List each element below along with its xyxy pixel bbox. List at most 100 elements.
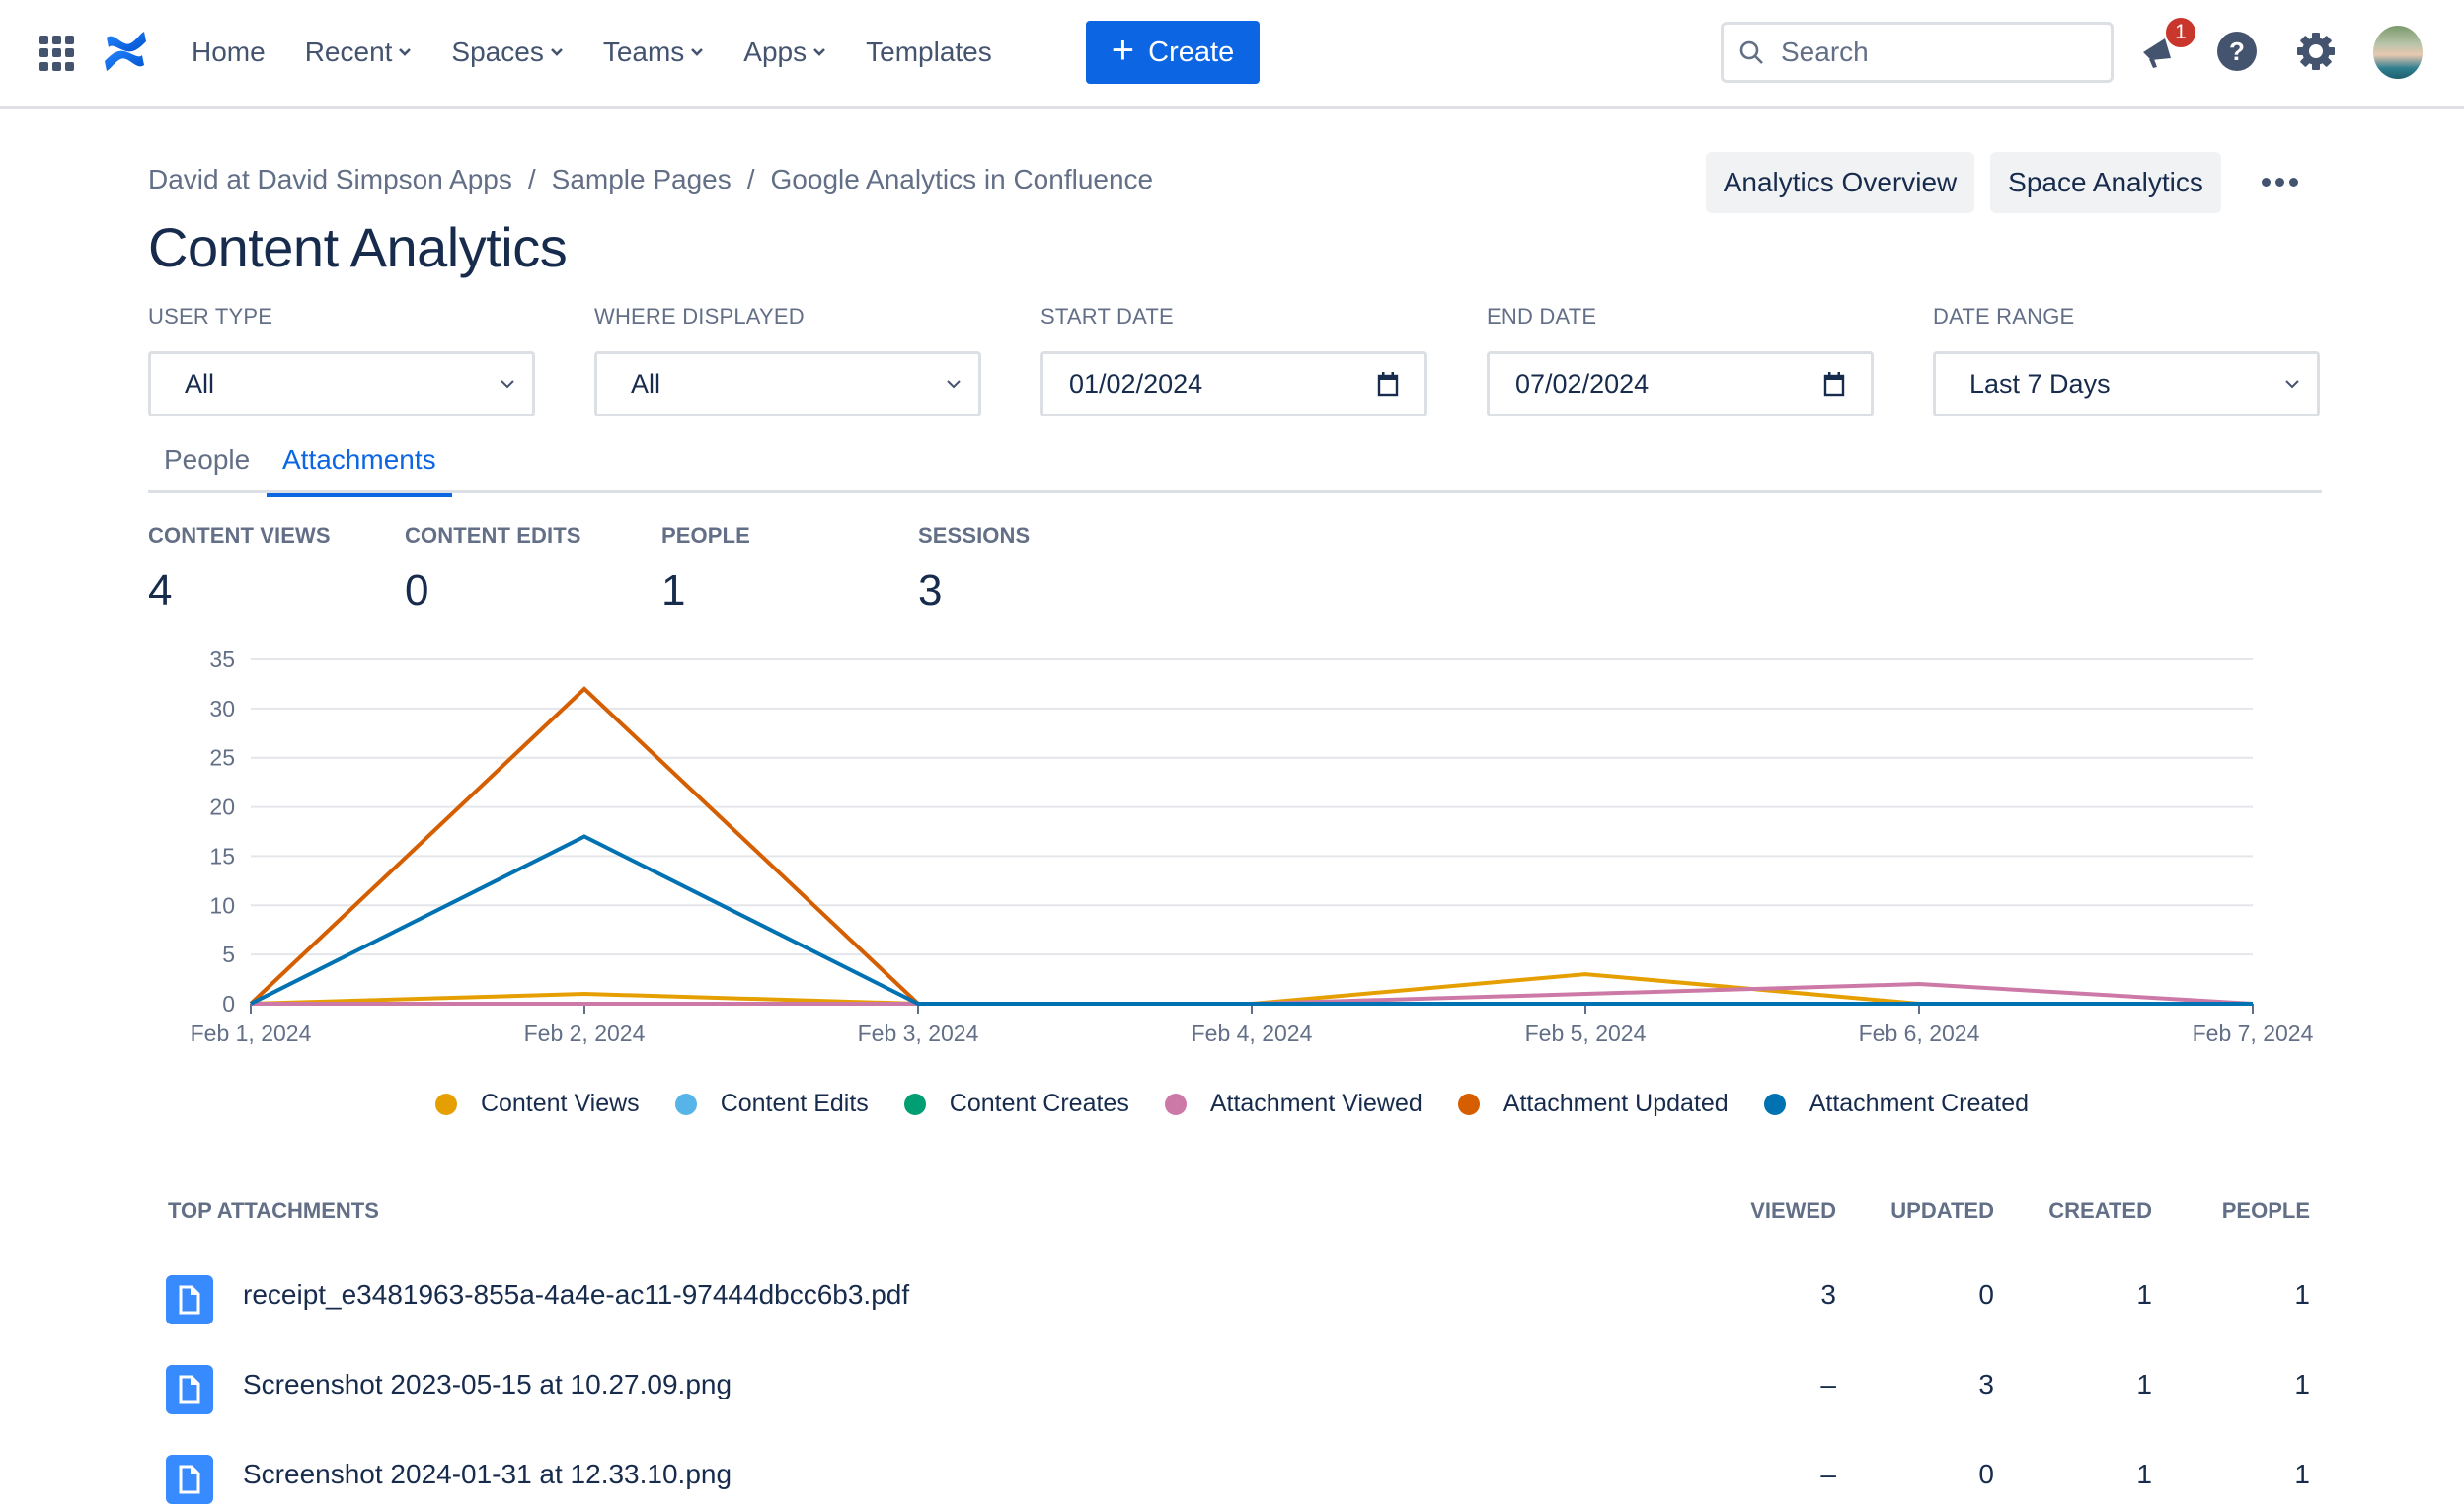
series-line-content-views <box>250 972 2253 1006</box>
x-tick-label: Feb 7, 2024 <box>2193 1021 2314 1046</box>
x-tick-label: Feb 1, 2024 <box>191 1021 312 1046</box>
breadcrumb-item[interactable]: Google Analytics in Confluence <box>771 164 1154 195</box>
x-tick-label: Feb 5, 2024 <box>1525 1021 1647 1046</box>
legend-marker <box>1457 1093 1480 1115</box>
end-date-filter: END DATE 07/02/2024 <box>1487 304 1874 416</box>
chevron-down-icon <box>550 48 563 56</box>
nav-teams[interactable]: Teams <box>603 37 704 68</box>
start-date-filter: START DATE 01/02/2024 <box>1040 304 1427 416</box>
breadcrumb: David at David Simpson Apps / Sample Pag… <box>148 164 1153 195</box>
attachment-name-link[interactable]: Screenshot 2024-01-31 at 12.33.10.png <box>243 1459 732 1490</box>
people-count: 1 <box>2294 1369 2310 1399</box>
column-header-people: PEOPLE <box>2221 1198 2310 1223</box>
nav-recent-label: Recent <box>304 37 393 67</box>
stat-content-views: CONTENT VIEWS 4 <box>148 523 331 616</box>
legend-marker <box>1164 1093 1187 1115</box>
nav-apps[interactable]: Apps <box>743 37 826 68</box>
date-range-filter: DATE RANGE Last 7 Days <box>1933 304 2320 416</box>
user-avatar[interactable] <box>2373 26 2423 79</box>
date-range-select[interactable]: Last 7 Days <box>1933 351 2320 416</box>
created-count: 1 <box>2136 1459 2152 1489</box>
legend-label: Attachment Updated <box>1502 1090 1729 1117</box>
user-type-select[interactable]: All <box>148 351 535 416</box>
legend-item[interactable]: Content Edits <box>674 1090 869 1118</box>
nav-apps-label: Apps <box>743 37 808 67</box>
page-title: Content Analytics <box>148 216 568 278</box>
legend-label: Attachment Viewed <box>1209 1090 1423 1117</box>
tab-people[interactable]: People <box>164 444 250 497</box>
x-tick-label: Feb 3, 2024 <box>858 1021 979 1046</box>
primary-nav: Home Recent Spaces Teams Apps Templates <box>192 30 1032 75</box>
space-analytics-button[interactable]: Space Analytics <box>1990 152 2221 213</box>
help-icon: ? <box>2217 32 2257 71</box>
breadcrumb-separator: / <box>527 164 536 194</box>
stat-label: SESSIONS <box>918 523 1031 548</box>
nav-spaces[interactable]: Spaces <box>451 37 563 68</box>
legend-item[interactable]: Attachment Viewed <box>1164 1090 1423 1118</box>
calendar-icon[interactable] <box>1823 371 1845 397</box>
notification-count-badge: 1 <box>2164 16 2197 49</box>
file-icon <box>166 1455 213 1504</box>
nav-home[interactable]: Home <box>192 37 266 68</box>
legend-item[interactable]: Content Creates <box>903 1090 1129 1118</box>
legend-item[interactable]: Attachment Created <box>1763 1090 2029 1118</box>
search-input[interactable] <box>1781 37 2077 68</box>
stat-sessions: SESSIONS 3 <box>918 523 1030 616</box>
end-date-input[interactable]: 07/02/2024 <box>1487 351 1874 416</box>
breadcrumb-item[interactable]: David at David Simpson Apps <box>148 164 512 195</box>
more-dot-icon <box>2261 177 2271 187</box>
top-attachments-title: TOP ATTACHMENTS <box>168 1198 379 1223</box>
chevron-down-icon <box>813 48 826 56</box>
legend-item[interactable]: Attachment Updated <box>1457 1090 1729 1118</box>
viewed-count: 3 <box>1820 1279 1836 1310</box>
more-actions-button[interactable] <box>2255 162 2304 201</box>
where-displayed-label: WHERE DISPLAYED <box>594 304 805 329</box>
attachment-name-link[interactable]: receipt_e3481963-855a-4a4e-ac11-97444dbc… <box>243 1279 909 1311</box>
series-line-attachment-created <box>250 834 2253 1006</box>
stat-content-edits: CONTENT EDITS 0 <box>405 523 581 616</box>
legend-marker <box>903 1093 926 1115</box>
app-switcher-icon[interactable] <box>39 36 75 71</box>
attachment-name-link[interactable]: Screenshot 2023-05-15 at 10.27.09.png <box>243 1369 732 1400</box>
table-header: TOP ATTACHMENTS VIEWED UPDATED CREATED P… <box>148 1194 2320 1234</box>
chart-svg: 0 5 10 15 20 25 30 35 Feb 1, 2024 Feb 2, 2024 Feb … <box>191 646 2314 1046</box>
x-tick-label: Feb 6, 2024 <box>1859 1021 1980 1046</box>
created-count: 1 <box>2136 1279 2152 1310</box>
end-date-label: END DATE <box>1487 304 1597 329</box>
legend-item[interactable]: Content Views <box>434 1090 640 1118</box>
start-date-input[interactable]: 01/02/2024 <box>1040 351 1427 416</box>
create-button[interactable]: + Create <box>1086 21 1260 84</box>
calendar-icon[interactable] <box>1377 371 1399 397</box>
user-type-label: USER TYPE <box>148 304 273 329</box>
stat-value: 4 <box>148 567 173 615</box>
legend-marker <box>674 1093 697 1115</box>
tab-attachments[interactable]: Attachments <box>267 444 452 497</box>
nav-recent[interactable]: Recent <box>305 37 413 68</box>
analytics-tabs: People Attachments <box>148 434 2322 497</box>
x-tick-label: Feb 2, 2024 <box>524 1021 646 1046</box>
viewed-count: – <box>1820 1369 1836 1399</box>
settings-button[interactable] <box>2292 28 2340 75</box>
user-type-value: All <box>185 368 215 399</box>
date-range-label: DATE RANGE <box>1933 304 2075 329</box>
search-field[interactable] <box>1721 22 2114 83</box>
table-row: receipt_e3481963-855a-4a4e-ac11-97444dbc… <box>148 1234 2320 1324</box>
analytics-overview-button[interactable]: Analytics Overview <box>1706 152 1974 213</box>
help-button[interactable]: ? <box>2213 28 2261 75</box>
stat-label: PEOPLE <box>661 523 750 548</box>
where-displayed-select[interactable]: All <box>594 351 981 416</box>
series-line-attachment-updated <box>249 686 2253 1006</box>
gear-icon <box>2297 33 2335 70</box>
breadcrumb-item[interactable]: Sample Pages <box>552 164 732 195</box>
nav-spaces-label: Spaces <box>451 37 544 67</box>
stat-value: 0 <box>405 567 429 615</box>
plus-icon: + <box>1111 29 1135 72</box>
people-count: 1 <box>2294 1279 2310 1310</box>
confluence-logo-icon[interactable] <box>105 30 146 73</box>
analytics-line-chart: 0 5 10 15 20 25 30 35 Feb 1, 2024 Feb 2, 2024 Feb … <box>148 632 2349 1086</box>
column-header-viewed: VIEWED <box>1750 1198 1836 1223</box>
nav-templates[interactable]: Templates <box>866 37 992 68</box>
top-attachments-table: TOP ATTACHMENTS VIEWED UPDATED CREATED P… <box>148 1194 2320 1504</box>
x-tick-label: Feb 4, 2024 <box>1192 1021 1313 1046</box>
updated-count: 0 <box>1978 1279 1994 1310</box>
